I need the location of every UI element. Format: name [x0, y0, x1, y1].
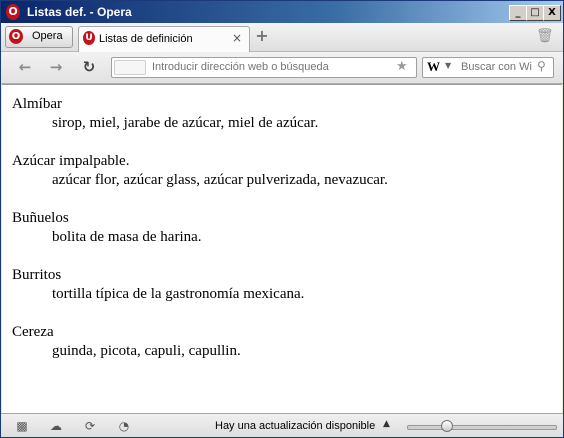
- share-icon[interactable]: ⟳: [82, 418, 98, 434]
- forward-arrow-icon[interactable]: →: [47, 58, 65, 76]
- reload-icon[interactable]: ↻: [80, 58, 98, 76]
- opera-menu-button[interactable]: O Opera: [5, 26, 73, 48]
- definition-list: Almíbar sirop, miel, jarabe de azúcar, m…: [12, 95, 562, 361]
- page-content: Almíbar sirop, miel, jarabe de azúcar, m…: [2, 84, 562, 413]
- opera-logo-icon: O: [9, 29, 23, 44]
- trash-icon[interactable]: 🗑: [536, 28, 554, 44]
- cloud-icon[interactable]: ☁: [48, 418, 64, 434]
- browser-window: O Listas def. - Opera _ □ X O Opera U Li…: [0, 0, 564, 438]
- new-tab-plus-icon[interactable]: +: [254, 28, 270, 44]
- definition-description: tortilla típica de la gastronomía mexica…: [52, 286, 305, 302]
- definition-term: Cereza: [12, 324, 54, 340]
- definition-term: Buñuelos: [12, 210, 69, 226]
- window-title: Listas def. - Opera: [27, 5, 132, 19]
- status-bar: ▩ ☁ ⟳ ◔ Hay una actualización disponible…: [1, 413, 563, 437]
- update-notice[interactable]: Hay una actualización disponible: [215, 420, 375, 432]
- search-input[interactable]: [461, 59, 535, 75]
- wikipedia-engine-icon[interactable]: W: [427, 59, 440, 75]
- opera-menu-label: Opera: [32, 30, 63, 42]
- engine-dropdown-icon[interactable]: ▼: [445, 61, 451, 70]
- bookmark-star-icon[interactable]: ★: [396, 59, 408, 74]
- definition-term: Burritos: [12, 267, 62, 283]
- site-badge[interactable]: [114, 60, 146, 75]
- tab-listas-de-definicion[interactable]: U Listas de definición ×: [78, 26, 250, 52]
- tab-close-icon[interactable]: ×: [232, 31, 242, 45]
- definition-description: guinda, picota, capuli, capullin.: [52, 343, 241, 359]
- title-bar[interactable]: O Listas def. - Opera _ □ X: [1, 1, 563, 23]
- definition-term: Azúcar impalpable.: [12, 153, 130, 169]
- maximize-button[interactable]: □: [526, 5, 544, 21]
- definition-description: azúcar flor, azúcar glass, azúcar pulver…: [52, 172, 388, 188]
- address-input[interactable]: [152, 59, 392, 75]
- opera-favicon-icon: U: [83, 31, 95, 45]
- search-box[interactable]: W ▼ ⚲: [422, 57, 554, 78]
- back-arrow-icon[interactable]: ←: [16, 58, 34, 76]
- definition-description: bolita de masa de harina.: [52, 229, 202, 245]
- zoom-slider-thumb[interactable]: [440, 420, 453, 432]
- update-arrow-icon[interactable]: ▲: [383, 419, 390, 429]
- address-bar[interactable]: ★: [111, 57, 417, 78]
- navigation-bar: ← → ↻ ★ W ▼ ⚲: [1, 52, 563, 84]
- panel-toggle-icon[interactable]: ▩: [14, 418, 30, 434]
- tab-label: Listas de definición: [99, 33, 193, 45]
- definition-term: Almíbar: [12, 96, 62, 112]
- zoom-slider[interactable]: [407, 425, 557, 430]
- definition-description: sirop, miel, jarabe de azúcar, miel de a…: [52, 115, 319, 131]
- tab-bar: O Opera U Listas de definición × + 🗑: [1, 23, 563, 52]
- minimize-button[interactable]: _: [509, 5, 527, 21]
- opera-logo-icon: O: [6, 4, 20, 20]
- close-button[interactable]: X: [543, 5, 561, 21]
- speed-dial-icon[interactable]: ◔: [116, 418, 132, 434]
- search-icon[interactable]: ⚲: [537, 59, 546, 73]
